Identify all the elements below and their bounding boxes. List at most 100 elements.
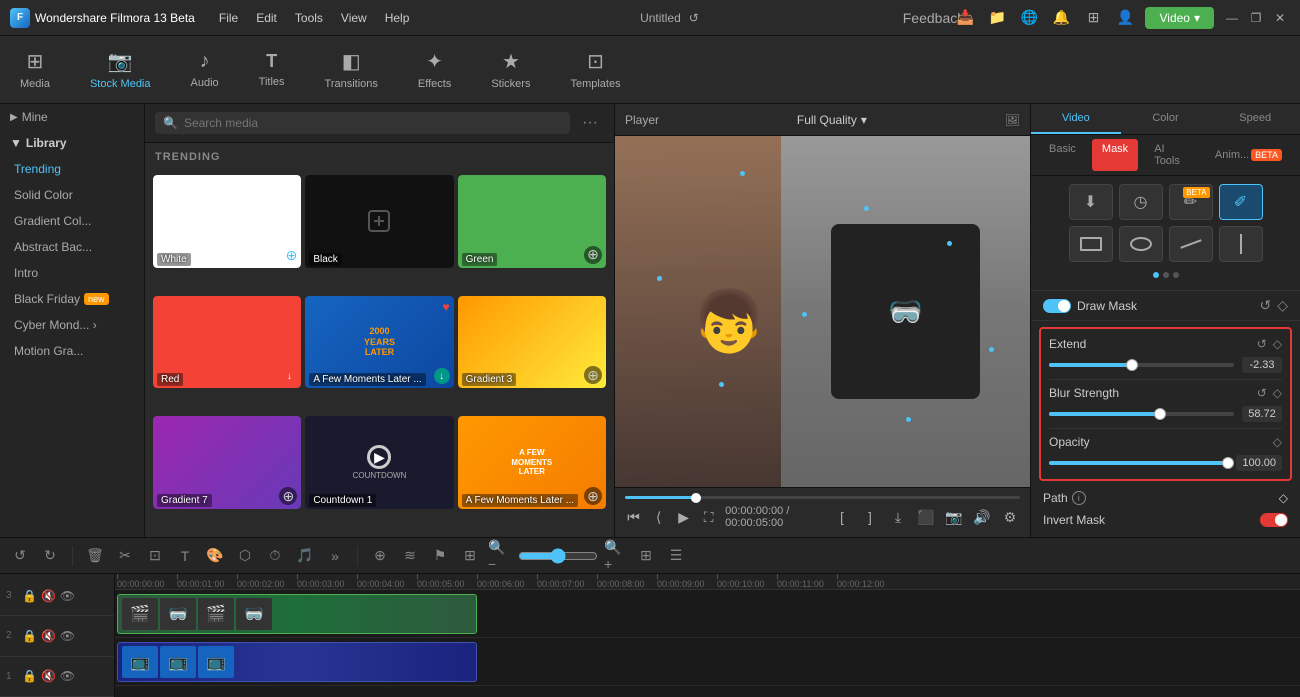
add-white-icon[interactable]: ⊕ bbox=[286, 247, 298, 264]
keyframe-opacity-icon[interactable]: ◇ bbox=[1273, 435, 1282, 449]
path-info-icon[interactable]: i bbox=[1072, 491, 1086, 505]
list-item[interactable]: Black bbox=[305, 175, 453, 268]
nav-media[interactable]: ⊞ Media bbox=[10, 43, 60, 96]
list-item[interactable]: Red ↓ bbox=[153, 296, 301, 389]
extend-thumb[interactable] bbox=[1126, 359, 1138, 371]
subtab-ai-tools[interactable]: AI Tools bbox=[1144, 139, 1199, 171]
tl-text-icon[interactable]: T bbox=[173, 544, 197, 568]
mask-clock-btn[interactable]: ◷ bbox=[1119, 184, 1163, 220]
opacity-thumb[interactable] bbox=[1222, 457, 1234, 469]
sidebar-mine-toggle[interactable]: ▶ Mine bbox=[0, 104, 144, 130]
sidebar-item-motion-gra[interactable]: Motion Gra... bbox=[0, 338, 144, 364]
inbox-icon[interactable]: 📥 bbox=[953, 6, 977, 30]
list-item[interactable]: Gradient 3 ⊕ bbox=[458, 296, 606, 389]
sidebar-item-intro[interactable]: Intro bbox=[0, 260, 144, 286]
extract-icon[interactable]: ⤓ bbox=[888, 507, 908, 527]
tl-mask2-icon[interactable]: ⬡ bbox=[233, 544, 257, 568]
subtab-mask[interactable]: Mask bbox=[1092, 139, 1138, 171]
tl-zoom-out-icon[interactable]: 🔍− bbox=[488, 544, 512, 568]
nav-audio[interactable]: ♪ Audio bbox=[181, 44, 229, 95]
nav-stock-media[interactable]: 📷 Stock Media bbox=[80, 43, 161, 96]
table-row[interactable]: 🎬 🥽 🎬 🥽 bbox=[117, 594, 477, 634]
mark-in-icon[interactable]: [ bbox=[832, 507, 852, 527]
tl-cut-icon[interactable]: ✂ bbox=[113, 544, 137, 568]
globe-icon[interactable]: 🌐 bbox=[1017, 6, 1041, 30]
sidebar-item-black-friday[interactable]: Black Friday new bbox=[0, 286, 144, 312]
notif-icon[interactable]: 🔔 bbox=[1049, 6, 1073, 30]
sidebar-item-cyber-monday[interactable]: Cyber Mond... › bbox=[0, 312, 144, 338]
track-eye-icon-1[interactable]: 👁 bbox=[60, 669, 75, 683]
export-button[interactable]: Video ▾ bbox=[1145, 7, 1214, 29]
nav-effects[interactable]: ✦ Effects bbox=[408, 43, 461, 96]
sidebar-item-gradient-color[interactable]: Gradient Col... bbox=[0, 208, 144, 234]
draw-mask-toggle[interactable] bbox=[1043, 299, 1071, 313]
media-icon[interactable]: 📁 bbox=[985, 6, 1009, 30]
track-eye-icon-2[interactable]: 👁 bbox=[60, 629, 75, 643]
tab-color[interactable]: Color bbox=[1121, 104, 1211, 134]
subtab-basic[interactable]: Basic bbox=[1039, 139, 1086, 171]
tl-mark-icon[interactable]: ⚑ bbox=[428, 544, 452, 568]
tl-delete-icon[interactable]: 🗑 bbox=[83, 544, 107, 568]
feedback-btn[interactable]: Feedback bbox=[921, 6, 945, 30]
screenshot-icon[interactable]: 🖼 bbox=[1005, 113, 1020, 127]
track-lock-icon-2[interactable]: 🔒 bbox=[22, 629, 37, 643]
list-item[interactable]: White ⊕ bbox=[153, 175, 301, 268]
sidebar-library-toggle[interactable]: ▼ Library bbox=[0, 130, 144, 156]
tab-video[interactable]: Video bbox=[1031, 104, 1121, 134]
skip-back-icon[interactable]: ⏮ bbox=[625, 507, 642, 527]
invert-mask-toggle[interactable] bbox=[1260, 513, 1288, 527]
track-lock-icon-1[interactable]: 🔒 bbox=[22, 669, 37, 683]
tl-more-icon[interactable]: » bbox=[323, 544, 347, 568]
teal-circle-icon[interactable]: ↓ bbox=[434, 368, 450, 384]
menu-view[interactable]: View bbox=[333, 8, 375, 28]
minimize-button[interactable]: — bbox=[1222, 8, 1242, 28]
nav-titles[interactable]: T Titles bbox=[249, 45, 295, 94]
reset-extend-icon[interactable]: ↺ bbox=[1257, 337, 1267, 351]
nav-transitions[interactable]: ◧ Transitions bbox=[315, 43, 388, 96]
delete-draw-mask-icon[interactable]: ◇ bbox=[1277, 297, 1288, 314]
shape-line-btn[interactable] bbox=[1169, 226, 1213, 262]
grid-icon[interactable]: ⊞ bbox=[1081, 6, 1105, 30]
snapshot-icon[interactable]: 📷 bbox=[944, 507, 964, 527]
list-item[interactable]: A FEWMOMENTSLATER A Few Moments Later ..… bbox=[458, 416, 606, 509]
tl-zoom-in-icon[interactable]: 🔍+ bbox=[604, 544, 628, 568]
tl-speed2-icon[interactable]: ⏱ bbox=[263, 544, 287, 568]
opacity-slider[interactable] bbox=[1049, 461, 1228, 465]
nav-stickers[interactable]: ★ Stickers bbox=[481, 43, 540, 96]
tl-ripple-icon[interactable]: ≋ bbox=[398, 544, 422, 568]
tl-split-icon[interactable]: ⊞ bbox=[458, 544, 482, 568]
keyframe-extend-icon[interactable]: ◇ bbox=[1273, 337, 1282, 351]
sidebar-item-trending[interactable]: Trending bbox=[0, 156, 144, 182]
list-item[interactable]: Green ⊕ bbox=[458, 175, 606, 268]
track-mute-icon-1[interactable]: 🔇 bbox=[41, 669, 56, 683]
shape-vline-btn[interactable] bbox=[1219, 226, 1263, 262]
path-keyframe-icon[interactable]: ◇ bbox=[1279, 491, 1288, 505]
tl-paint-icon[interactable]: 🎨 bbox=[203, 544, 227, 568]
subtab-anim[interactable]: Anim... BETA bbox=[1205, 139, 1292, 171]
avatar[interactable]: 👤 bbox=[1113, 6, 1137, 30]
tl-redo-icon[interactable]: ↻ bbox=[38, 544, 62, 568]
tab-speed[interactable]: Speed bbox=[1210, 104, 1300, 134]
reset-draw-mask-icon[interactable]: ↺ bbox=[1259, 297, 1271, 314]
mask-draw-btn[interactable]: ✐ bbox=[1219, 184, 1263, 220]
table-row[interactable]: 📺 📺 📺 bbox=[117, 642, 477, 682]
close-button[interactable]: ✕ bbox=[1270, 8, 1290, 28]
blur-slider[interactable] bbox=[1049, 412, 1234, 416]
track-eye-icon[interactable]: 👁 bbox=[60, 589, 75, 603]
tl-zoom-slider[interactable] bbox=[518, 548, 598, 564]
progress-thumb[interactable] bbox=[691, 493, 701, 503]
mark-out-icon[interactable]: ] bbox=[860, 507, 880, 527]
track-mute-icon[interactable]: 🔇 bbox=[41, 589, 56, 603]
more-options-icon[interactable]: ··· bbox=[576, 112, 604, 134]
shape-rect-btn[interactable] bbox=[1069, 226, 1113, 262]
search-input[interactable] bbox=[184, 116, 562, 130]
menu-file[interactable]: File bbox=[211, 8, 246, 28]
tl-grid-icon[interactable]: ⊞ bbox=[634, 544, 658, 568]
tl-audio-icon[interactable]: 🎵 bbox=[293, 544, 317, 568]
step-back-icon[interactable]: ⟨ bbox=[650, 507, 667, 527]
track-mute-icon-2[interactable]: 🔇 bbox=[41, 629, 56, 643]
tl-magnet-icon[interactable]: ⊕ bbox=[368, 544, 392, 568]
sidebar-item-abstract-back[interactable]: Abstract Bac... bbox=[0, 234, 144, 260]
mask-pen-btn[interactable]: ✏ BETA bbox=[1169, 184, 1213, 220]
play-icon[interactable]: ▶ bbox=[675, 507, 692, 527]
